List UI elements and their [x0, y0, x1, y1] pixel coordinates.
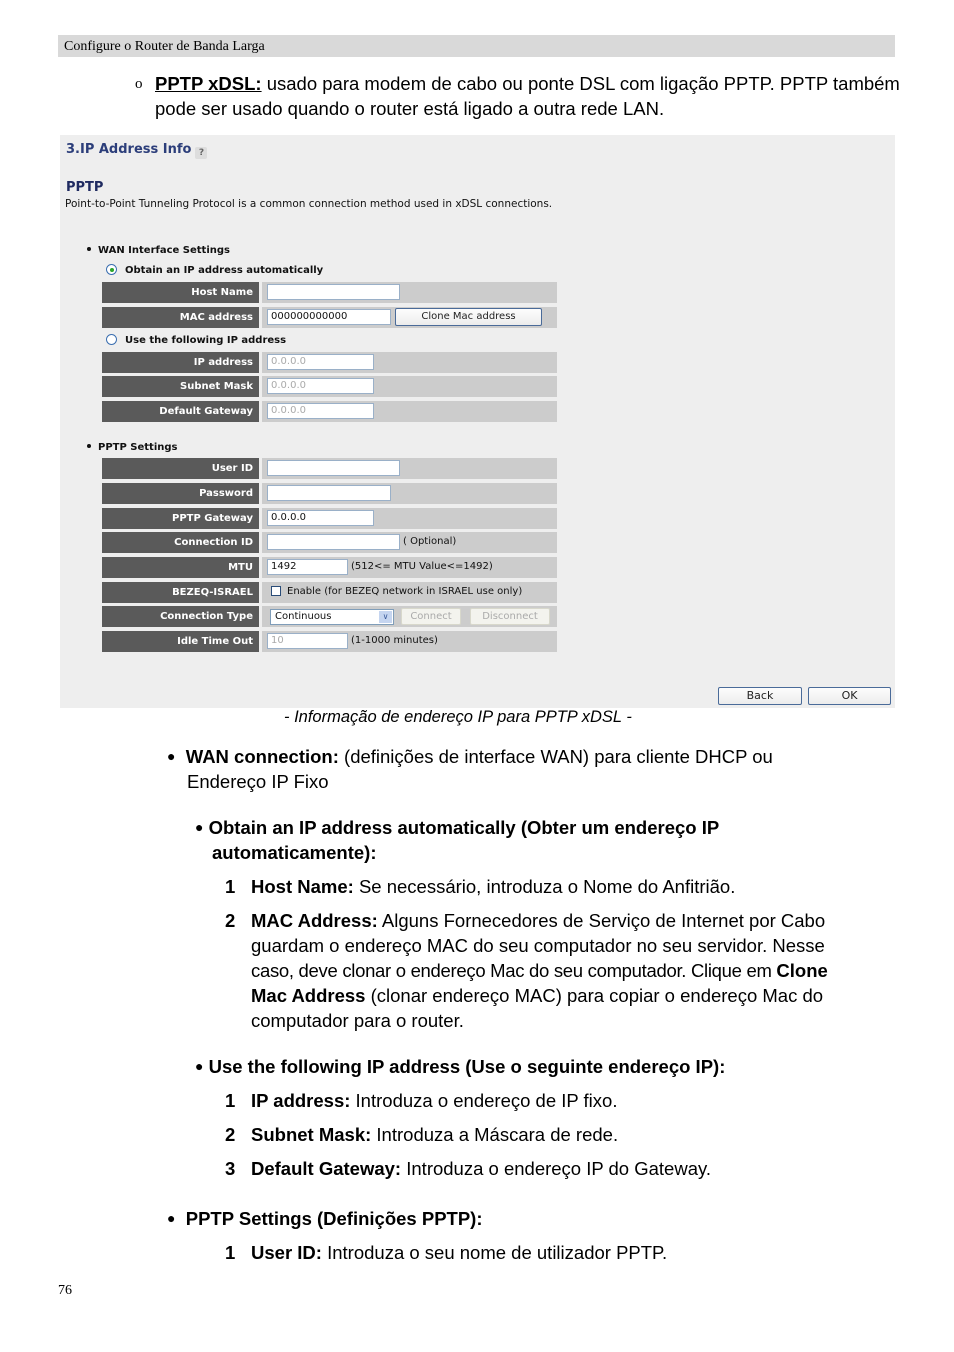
radio-obtain-auto[interactable]: Obtain an IP address automatically [106, 264, 323, 276]
router-config-screenshot: 3.IP Address Info? PPTP Point-to-Point T… [60, 135, 895, 708]
host-name-row: Host Name [102, 282, 557, 303]
mtu-note: (512<= MTU Value<=1492) [351, 561, 493, 572]
connection-id-row: Connection ID ( Optional) [102, 532, 557, 553]
user-id-label: User ID [102, 458, 259, 479]
ip-address-input[interactable]: 0.0.0.0 [267, 354, 374, 370]
subnet-mask-row: Subnet Mask 0.0.0.0 [102, 376, 557, 397]
bezeq-row: BEZEQ-ISRAEL Enable (for BEZEQ network i… [102, 582, 557, 603]
bezeq-label: BEZEQ-ISRAEL [102, 582, 259, 603]
pptp-settings-bullet: ● PPTP Settings (Definições PPTP): [167, 1208, 483, 1229]
running-header: Configure o Router de Banda Larga [58, 35, 895, 57]
radio-use-fixed[interactable]: Use the following IP address [106, 334, 286, 346]
idle-time-out-row: Idle Time Out 10 (1-1000 minutes) [102, 631, 557, 652]
obtain-auto-bullet: ● Obtain an IP address automatically (Ob… [195, 817, 720, 863]
password-label: Password [102, 483, 259, 504]
pptp-section-heading: PPTP Settings [87, 442, 178, 453]
ok-button[interactable]: OK [808, 687, 891, 705]
default-gateway-input[interactable]: 0.0.0.0 [267, 403, 374, 419]
list-bullet: o [135, 76, 143, 92]
mac-address-label: MAC address [102, 307, 259, 328]
idle-time-out-label: Idle Time Out [102, 631, 259, 652]
connection-type-label: Connection Type [102, 606, 259, 627]
radio-unselected-icon[interactable] [106, 334, 117, 345]
intro-paragraph: o PPTP xDSL: usado para modem de cabo ou… [135, 71, 905, 121]
connection-id-note: ( Optional) [403, 536, 457, 547]
bullet-icon [87, 247, 91, 251]
default-gateway-row: Default Gateway 0.0.0.0 [102, 401, 557, 422]
mode-description: Point-to-Point Tunneling Protocol is a c… [65, 198, 553, 210]
default-gateway-label: Default Gateway [102, 401, 259, 422]
connect-button[interactable]: Connect [401, 608, 461, 625]
list-item: 1 User ID: Introduza o seu nome de utiliz… [225, 1242, 668, 1263]
radio-selected-icon[interactable] [106, 264, 117, 275]
pptp-gateway-label: PPTP Gateway [102, 508, 259, 529]
mac-address-row: MAC address 000000000000 Clone Mac addre… [102, 307, 557, 328]
disconnect-button[interactable]: Disconnect [470, 608, 550, 625]
bullet-icon [87, 444, 91, 448]
help-icon[interactable]: ? [195, 147, 208, 159]
section-title: 3.IP Address Info? [66, 142, 208, 159]
connection-id-label: Connection ID [102, 532, 259, 553]
back-button[interactable]: Back [718, 687, 802, 705]
list-item: 1 IP address: Introduza o endereço de IP … [225, 1090, 618, 1111]
mtu-row: MTU 1492 (512<= MTU Value<=1492) [102, 557, 557, 578]
connection-id-input[interactable] [267, 534, 400, 550]
intro-term: PPTP xDSL: [155, 73, 262, 94]
wan-connection-bullet: ● WAN connection: (definições de interfa… [167, 746, 773, 792]
mac-address-input[interactable]: 000000000000 [267, 309, 391, 325]
password-row: Password [102, 483, 557, 504]
wan-section-heading: WAN Interface Settings [87, 245, 230, 256]
host-name-label: Host Name [102, 282, 259, 303]
list-item: 2 Subnet Mask: Introduza a Máscara de red… [225, 1124, 619, 1145]
bezeq-checkbox-label: Enable (for BEZEQ network in ISRAEL use … [287, 586, 523, 597]
use-fixed-bullet: ● Use the following IP address (Use o se… [195, 1056, 726, 1077]
mtu-label: MTU [102, 557, 259, 578]
pptp-gateway-input[interactable]: 0.0.0.0 [267, 510, 374, 526]
bezeq-checkbox[interactable] [271, 586, 281, 596]
clone-mac-button[interactable]: Clone Mac address [395, 308, 542, 326]
idle-time-out-note: (1-1000 minutes) [351, 635, 438, 646]
idle-time-out-input[interactable]: 10 [267, 633, 348, 649]
pptp-gateway-row: PPTP Gateway 0.0.0.0 [102, 508, 557, 529]
connection-type-row: Connection Type Continuous ∨ Connect Disc… [102, 606, 557, 627]
figure-caption: - Informação de endereço IP para PPTP xD… [284, 708, 632, 726]
host-name-input[interactable] [267, 284, 400, 300]
chevron-down-icon[interactable]: ∨ [379, 611, 392, 623]
list-item: 2 MAC Address: Alguns Fornecedores de Ser… [225, 910, 828, 1031]
connection-type-select[interactable]: Continuous ∨ [270, 609, 394, 625]
page-number: 76 [58, 1283, 72, 1298]
mode-title: PPTP [66, 180, 104, 195]
mtu-input[interactable]: 1492 [267, 559, 348, 575]
user-id-row: User ID [102, 458, 557, 479]
list-item: 1 Host Name: Se necessário, introduza o N… [225, 876, 736, 897]
subnet-mask-label: Subnet Mask [102, 376, 259, 397]
list-item: 3 Default Gateway: Introduza o endereço I… [225, 1158, 712, 1179]
intro-text: usado para modem de cabo ou ponte DSL co… [155, 73, 900, 119]
ip-address-row: IP address 0.0.0.0 [102, 352, 557, 373]
user-id-input[interactable] [267, 460, 400, 476]
ip-address-label: IP address [102, 352, 259, 373]
password-input[interactable] [267, 485, 391, 501]
subnet-mask-input[interactable]: 0.0.0.0 [267, 378, 374, 394]
